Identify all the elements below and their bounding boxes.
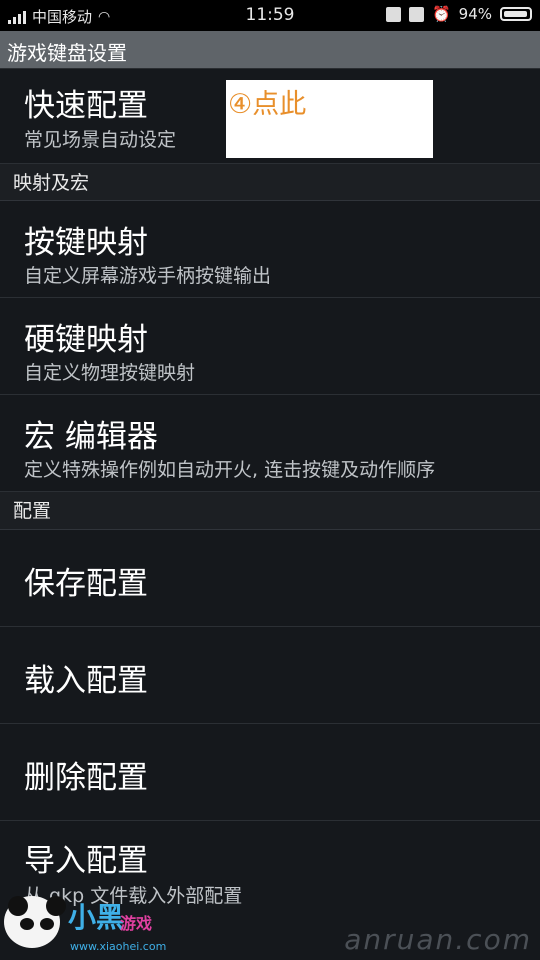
battery-icon xyxy=(500,7,532,21)
hard-key-mapping-subtitle: 自定义物理按键映射 xyxy=(24,362,196,384)
notification-icon xyxy=(385,6,401,22)
save-config-item[interactable]: 保存配置 xyxy=(0,530,540,627)
key-mapping-title: 按键映射 xyxy=(24,225,148,261)
settings-list: 快速配置 常见场景自动设定 映射及宏 按键映射 自定义屏幕游戏手柄按键输出 硬键… xyxy=(0,68,540,960)
macro-editor-subtitle: 定义特殊操作例如自动开火, 连击按键及动作顺序 xyxy=(24,459,436,481)
import-config-title: 导入配置 xyxy=(24,843,148,879)
macro-editor-title: 宏 编辑器 xyxy=(24,419,158,455)
hard-key-mapping-title: 硬键映射 xyxy=(24,322,148,358)
load-config-title: 载入配置 xyxy=(24,663,148,699)
battery-percent: 94% xyxy=(458,5,492,23)
macro-editor-item[interactable]: 宏 编辑器 定义特殊操作例如自动开火, 连击按键及动作顺序 xyxy=(0,395,540,492)
watermark-brand2: 游戏 xyxy=(120,914,153,933)
watermark-right: anruan.com xyxy=(344,923,532,956)
alarm-icon: ⏰ xyxy=(431,5,451,23)
load-config-item[interactable]: 载入配置 xyxy=(0,627,540,724)
watermark-url: www.xiaohei.com xyxy=(70,940,167,953)
save-config-title: 保存配置 xyxy=(24,566,148,602)
app-title: 游戏键盘设置 xyxy=(7,41,127,65)
key-mapping-item[interactable]: 按键映射 自定义屏幕游戏手柄按键输出 xyxy=(0,201,540,298)
section-header-config: 配置 xyxy=(0,492,540,530)
quick-config-subtitle: 常见场景自动设定 xyxy=(24,129,177,151)
section-title: 映射及宏 xyxy=(13,172,90,194)
delete-config-title: 删除配置 xyxy=(24,760,148,796)
delete-config-item[interactable]: 删除配置 xyxy=(0,724,540,821)
key-mapping-subtitle: 自定义屏幕游戏手柄按键输出 xyxy=(24,265,272,287)
section-header-mapping: 映射及宏 xyxy=(0,164,540,201)
panda-ear xyxy=(46,896,66,916)
status-bar: 中国移动 ◠ 11:59 ⏰ 94% xyxy=(0,0,540,31)
app-icon xyxy=(408,6,424,22)
panda-logo-icon xyxy=(4,896,66,948)
annotation-text: ④点此 xyxy=(228,89,307,120)
hard-key-mapping-item[interactable]: 硬键映射 自定义物理按键映射 xyxy=(0,298,540,395)
watermark-left: 小黑 游戏 www.xiaohei.com xyxy=(0,890,200,960)
battery-fill xyxy=(504,11,527,17)
annotation-callout: ④点此 xyxy=(226,80,433,158)
watermark-brand: 小黑 xyxy=(68,901,125,934)
panda-ear xyxy=(8,896,28,916)
quick-config-title: 快速配置 xyxy=(24,88,148,124)
section-title: 配置 xyxy=(13,500,52,522)
panda-eye xyxy=(20,918,34,930)
app-bar: 游戏键盘设置 xyxy=(0,31,540,69)
panda-eye xyxy=(40,918,54,930)
